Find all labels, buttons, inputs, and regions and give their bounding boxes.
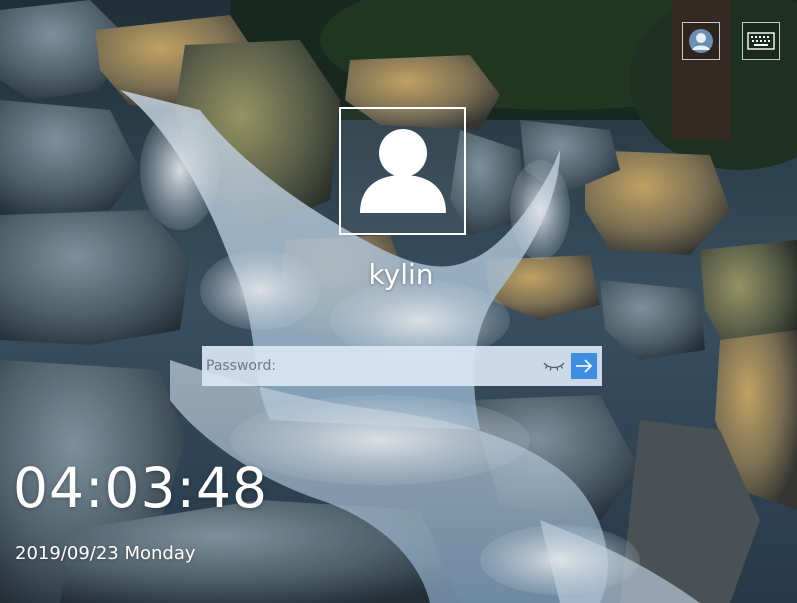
eye-closed-icon	[543, 362, 565, 371]
login-submit-button[interactable]	[571, 353, 597, 379]
arrow-right-icon	[576, 359, 593, 373]
keyboard-icon	[747, 32, 775, 50]
virtual-keyboard-button[interactable]	[742, 22, 780, 60]
user-switch-button[interactable]	[682, 22, 720, 60]
lock-screen: kylin 04:03:48 2019/09/23 Monday	[0, 0, 797, 603]
user-switch-icon	[689, 29, 713, 53]
password-input[interactable]	[202, 346, 539, 386]
show-password-button[interactable]	[539, 346, 569, 386]
username-label: kylin	[368, 258, 434, 291]
user-avatar	[339, 107, 466, 235]
user-silhouette-icon	[359, 129, 446, 213]
clock-time: 04:03:48	[13, 456, 269, 520]
clock-date: 2019/09/23 Monday	[15, 543, 196, 564]
password-field	[202, 346, 602, 386]
